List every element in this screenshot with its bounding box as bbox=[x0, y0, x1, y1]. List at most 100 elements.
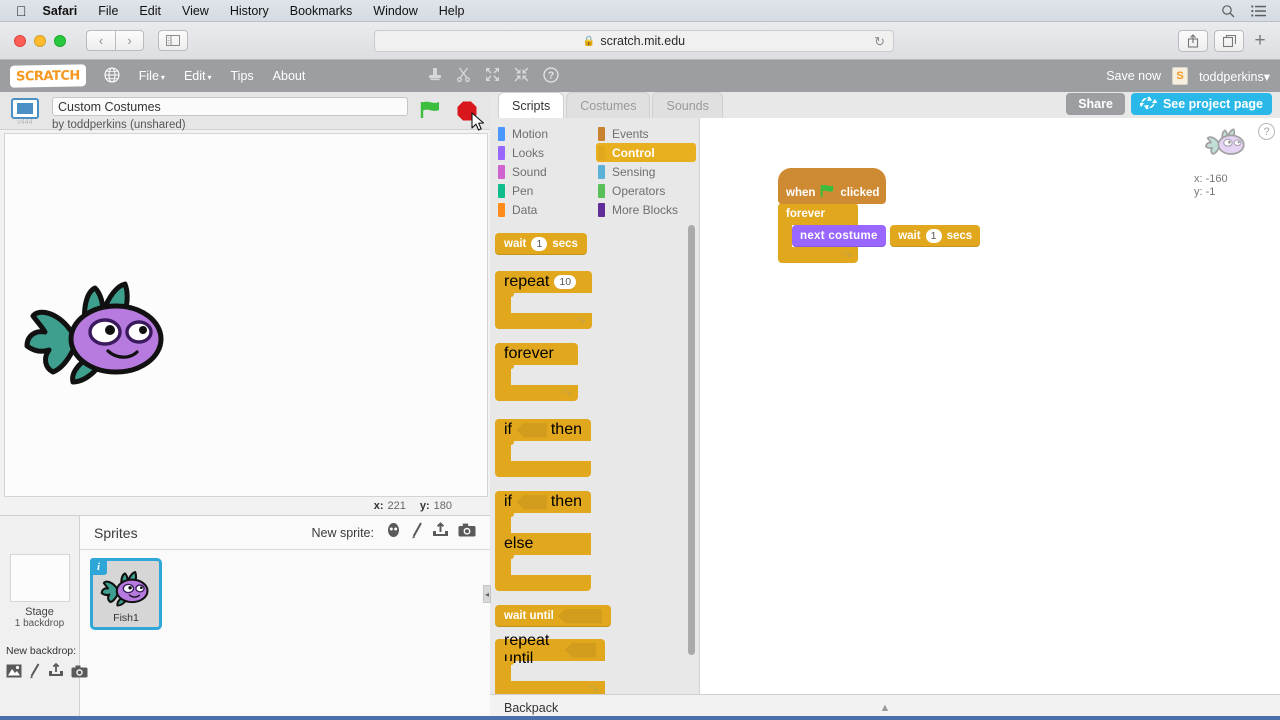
tabs-icon[interactable] bbox=[1214, 30, 1244, 52]
boolean-slot[interactable] bbox=[557, 608, 602, 624]
shrink-icon[interactable] bbox=[514, 67, 529, 85]
category-operators[interactable]: Operators bbox=[596, 181, 696, 200]
category-label: More Blocks bbox=[612, 202, 679, 217]
forward-button[interactable]: › bbox=[115, 30, 144, 51]
boolean-slot[interactable] bbox=[564, 642, 596, 658]
script-stack[interactable]: when clicked forever next costume wait 1… bbox=[778, 168, 981, 263]
paint-brush-icon[interactable] bbox=[29, 663, 41, 684]
hat-shape bbox=[778, 168, 886, 181]
close-window-button[interactable] bbox=[14, 34, 26, 47]
boolean-slot[interactable] bbox=[516, 422, 547, 438]
library-sprite-icon[interactable] bbox=[385, 522, 402, 544]
palette-block-repeat-until[interactable]: repeat until ↷ bbox=[495, 632, 605, 697]
fish-sprite-on-stage[interactable] bbox=[13, 274, 183, 399]
script-block-next-costume[interactable]: next costume bbox=[792, 225, 886, 247]
wait-seconds-input[interactable]: 1 bbox=[925, 229, 942, 243]
palette-block-wait-until[interactable]: wait until bbox=[495, 605, 699, 627]
stage-size-control[interactable]: v444 bbox=[8, 97, 42, 126]
block-help-icon[interactable]: ? bbox=[543, 66, 559, 86]
block-mouth bbox=[495, 441, 514, 461]
category-sound[interactable]: Sound bbox=[496, 162, 596, 181]
duplicate-icon[interactable] bbox=[428, 67, 442, 85]
category-data[interactable]: Data bbox=[496, 200, 596, 219]
scratch-menu-edit[interactable]: Edit ▾ bbox=[184, 69, 212, 83]
boolean-slot[interactable] bbox=[516, 494, 547, 510]
upload-icon[interactable] bbox=[432, 521, 449, 544]
library-image-icon[interactable] bbox=[6, 664, 22, 683]
project-title-input[interactable] bbox=[52, 97, 408, 116]
palette-block-if-else[interactable]: if then else bbox=[495, 491, 591, 591]
tab-sounds[interactable]: Sounds bbox=[652, 92, 723, 118]
save-now-button[interactable]: Save now bbox=[1106, 69, 1161, 83]
menu-item-bookmarks[interactable]: Bookmarks bbox=[290, 4, 353, 18]
category-more-blocks[interactable]: More Blocks bbox=[596, 200, 696, 219]
minimize-window-button[interactable] bbox=[34, 34, 46, 47]
apple-logo-icon[interactable]:  bbox=[16, 4, 27, 18]
scratch-logo[interactable]: SCRATCH bbox=[10, 64, 86, 88]
globe-icon[interactable] bbox=[104, 66, 120, 86]
block-label-then: then bbox=[550, 421, 582, 438]
sprite-info-badge[interactable]: i bbox=[90, 558, 107, 575]
list-icon[interactable] bbox=[1251, 4, 1266, 17]
grow-icon[interactable] bbox=[485, 67, 500, 85]
username-menu[interactable]: toddperkins▾ bbox=[1199, 69, 1270, 84]
search-icon[interactable] bbox=[1221, 4, 1235, 18]
category-sensing[interactable]: Sensing bbox=[596, 162, 696, 181]
palette-block-forever[interactable]: forever ↷ bbox=[495, 343, 583, 401]
menu-item-history[interactable]: History bbox=[230, 4, 269, 18]
new-sprite-controls: New sprite: bbox=[311, 521, 476, 544]
category-motion[interactable]: Motion bbox=[496, 124, 596, 143]
palette-block-repeat[interactable]: repeat 10 ↷ bbox=[495, 271, 592, 329]
upload-icon[interactable] bbox=[48, 662, 64, 684]
palette-block-wait[interactable]: wait 1 secs bbox=[495, 233, 699, 255]
script-block-wait[interactable]: wait 1 secs bbox=[890, 225, 981, 247]
palette-block-if[interactable]: if then bbox=[495, 419, 591, 477]
full-stage-icon[interactable] bbox=[11, 98, 39, 119]
new-tab-button[interactable]: + bbox=[1250, 30, 1270, 52]
list-item[interactable]: i Fish1 bbox=[90, 558, 162, 630]
camera-icon[interactable] bbox=[458, 523, 476, 542]
scratch-menu-file[interactable]: File ▾ bbox=[139, 69, 165, 83]
script-canvas[interactable]: ? x: -160 y: -1 when clicked forever nex… bbox=[700, 118, 1280, 720]
share-icon[interactable] bbox=[1178, 30, 1208, 52]
stage-thumbnail[interactable] bbox=[9, 554, 70, 602]
palette-blocks-scroll[interactable]: wait 1 secs repeat 10 ↷ forever ↷ if the… bbox=[490, 225, 699, 720]
address-bar[interactable]: 🔒 scratch.mit.edu ↻ bbox=[374, 30, 894, 52]
reload-button[interactable]: ↻ bbox=[874, 34, 885, 50]
category-pen[interactable]: Pen bbox=[496, 181, 596, 200]
cut-icon[interactable] bbox=[456, 67, 471, 85]
wait-seconds-input[interactable]: 1 bbox=[531, 237, 548, 251]
category-control[interactable]: Control bbox=[596, 143, 696, 162]
paint-brush-icon[interactable] bbox=[411, 522, 423, 544]
scratch-menu-tips[interactable]: Tips bbox=[231, 69, 254, 83]
menu-item-help[interactable]: Help bbox=[439, 4, 465, 18]
menu-item-edit[interactable]: Edit bbox=[139, 4, 161, 18]
tab-scripts[interactable]: Scripts bbox=[498, 92, 565, 118]
stage-canvas[interactable] bbox=[4, 133, 488, 497]
category-looks[interactable]: Looks bbox=[496, 143, 596, 162]
maximize-window-button[interactable] bbox=[54, 34, 66, 47]
category-events[interactable]: Events bbox=[596, 124, 696, 143]
menu-item-view[interactable]: View bbox=[182, 4, 209, 18]
script-block-when-flag-clicked[interactable]: when clicked bbox=[778, 168, 886, 204]
script-block-forever[interactable]: forever bbox=[778, 203, 858, 225]
see-project-page-button[interactable]: See project page bbox=[1130, 93, 1272, 115]
stage-name-label: Stage bbox=[25, 606, 54, 618]
sidebar-icon[interactable] bbox=[158, 30, 188, 51]
scratch-menu-about[interactable]: About bbox=[273, 69, 306, 83]
scratch-editor-body: v444 by toddperkins (unshared) bbox=[0, 92, 1280, 720]
user-avatar[interactable]: S bbox=[1172, 67, 1189, 85]
repeat-count-input[interactable]: 10 bbox=[554, 275, 577, 289]
block-label-wait: wait bbox=[898, 230, 921, 242]
menu-item-window[interactable]: Window bbox=[373, 4, 417, 18]
menu-item-file[interactable]: File bbox=[98, 4, 118, 18]
category-column-right: Events Control Sensing Operators More Bl… bbox=[596, 124, 696, 219]
share-button[interactable]: Share bbox=[1066, 93, 1125, 115]
tab-costumes[interactable]: Costumes bbox=[566, 92, 651, 118]
block-label-forever: forever bbox=[504, 345, 554, 362]
palette-scrollbar[interactable] bbox=[688, 225, 695, 655]
green-flag-icon[interactable] bbox=[420, 100, 442, 125]
back-button[interactable]: ‹ bbox=[86, 30, 115, 51]
menu-item-safari[interactable]: Safari bbox=[43, 4, 78, 18]
backpack-expand-arrow[interactable]: ▲ bbox=[880, 702, 891, 714]
